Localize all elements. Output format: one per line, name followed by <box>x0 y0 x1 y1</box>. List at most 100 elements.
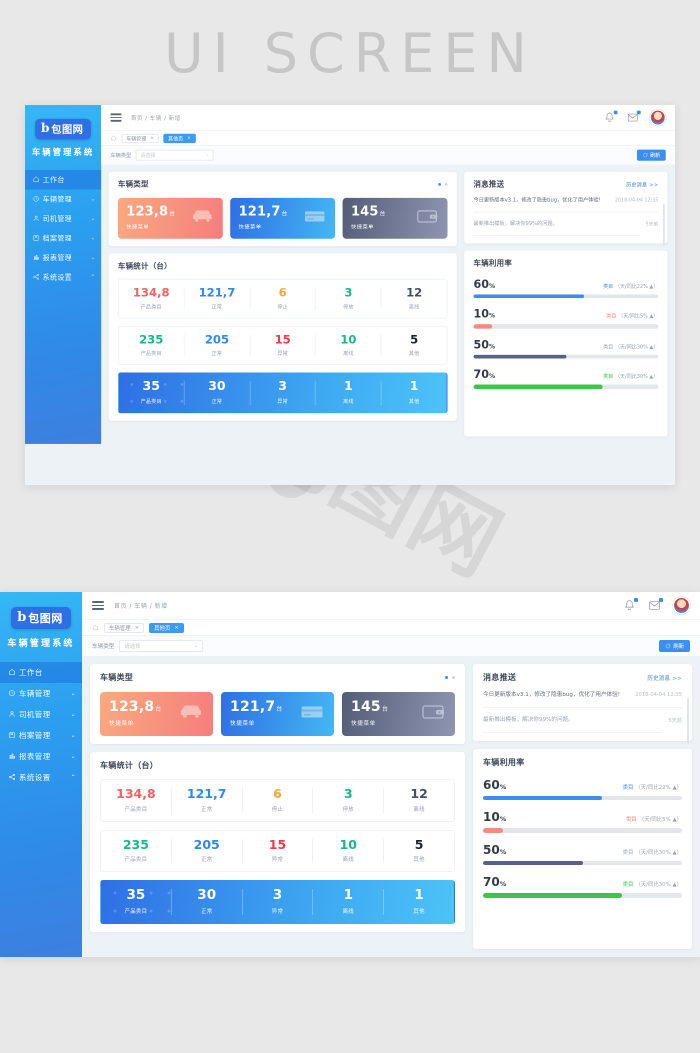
progress-track[interactable] <box>483 795 682 801</box>
mail-icon[interactable] <box>648 598 663 612</box>
stat-cell-2-0[interactable]: 35 产品类目 <box>119 380 185 405</box>
stat-cell-1-0[interactable]: 235 产品类目 <box>119 333 185 357</box>
stat-cell-0-4[interactable]: 12 离线 <box>382 287 447 310</box>
progress-track[interactable] <box>473 384 659 389</box>
stat-cell-2-2[interactable]: 3 异常 <box>250 380 317 405</box>
stat-value: 3 <box>272 887 283 903</box>
stat-cell-1-0[interactable]: 235 产品类目 <box>101 838 172 863</box>
tab-0[interactable]: 车辆管理 × <box>104 622 145 633</box>
avatar[interactable] <box>673 597 690 614</box>
vehicle-type-select[interactable]: 请选择 ⌄ <box>119 640 204 652</box>
message-scrollbar[interactable] <box>663 203 665 247</box>
sidebar-item-0[interactable]: 工作台 <box>0 661 82 683</box>
sidebar-item-2[interactable]: 司机管理 ⌄ <box>0 704 82 725</box>
sidebar-item-1[interactable]: 车辆管理 ⌄ <box>0 683 82 704</box>
hamburger-icon[interactable] <box>110 112 122 124</box>
message-item-0[interactable]: 今日更新版本v3.1，修改了隐患bug，优化了用户体验! 2018-04-04 1… <box>483 691 682 699</box>
progress-track[interactable] <box>473 354 659 359</box>
vehicle-type-select[interactable]: 请选择 ⌄ <box>135 149 214 161</box>
stat-cell-1-2[interactable]: 15 异常 <box>243 838 314 863</box>
message-item-0[interactable]: 今日更新版本v3.1，修改了隐患bug，优化了用户体验! 2018-04-04 1… <box>474 197 659 205</box>
stat-cell-0-0[interactable]: 134,8 产品类目 <box>119 287 185 310</box>
progress-note-text: （天/同比5% ▲） <box>618 314 659 320</box>
stat-cell-0-1[interactable]: 121,7 正常 <box>172 787 243 813</box>
carousel-dots[interactable] <box>438 183 448 186</box>
history-messages-link[interactable]: 历史消息 >> <box>626 181 658 189</box>
stat-cell-0-2[interactable]: 6 停止 <box>250 287 317 310</box>
carousel-dots[interactable] <box>445 676 455 679</box>
stat-cell-0-2[interactable]: 6 停止 <box>243 787 314 813</box>
hamburger-icon[interactable] <box>92 599 104 612</box>
message-scrollbar[interactable] <box>687 698 689 744</box>
history-messages-link[interactable]: 历史消息 >> <box>647 674 682 682</box>
sidebar-item-4[interactable]: 报表管理 ⌄ <box>0 746 82 767</box>
type-card-1[interactable]: 121,7台 快捷菜单 <box>221 692 334 736</box>
type-card-0[interactable]: 123,8台 快捷菜单 <box>117 197 223 239</box>
progress-note: 类目 （天/同比30% ▲） <box>603 343 658 350</box>
sidebar-item-5[interactable]: 系统设置 ⌃ <box>0 767 82 788</box>
stat-cell-1-4[interactable]: 5 其他 <box>384 838 454 863</box>
stat-cell-2-0[interactable]: 35 产品类目 <box>101 887 172 915</box>
sidebar-item-3[interactable]: 档案管理 ⌄ <box>25 228 101 248</box>
stat-cell-1-3[interactable]: 10 离线 <box>313 838 385 863</box>
stat-cell-1-1[interactable]: 205 正常 <box>172 838 243 863</box>
messages-title-row: 消息推送 历史消息 >> <box>474 179 659 189</box>
refresh-button[interactable]: 刷新 <box>659 640 690 652</box>
carousel-dot-1[interactable] <box>438 183 442 186</box>
carousel-dot-2[interactable] <box>444 183 448 186</box>
sidebar-logo[interactable]: b 包图网 车辆管理系统 <box>25 105 101 157</box>
mail-icon[interactable] <box>627 110 641 124</box>
tab-1[interactable]: 其他页 × <box>149 622 184 633</box>
tab-close-icon[interactable]: × <box>135 625 140 631</box>
stat-cell-1-3[interactable]: 10 离线 <box>316 333 382 357</box>
sidebar-item-1[interactable]: 车辆管理 ⌄ <box>25 189 101 209</box>
stat-cell-2-3[interactable]: 1 离线 <box>316 380 382 405</box>
avatar[interactable] <box>649 109 666 126</box>
sidebar-logo[interactable]: b 包图网 车辆管理系统 <box>0 592 82 649</box>
sidebar-item-5[interactable]: 系统设置 ⌃ <box>25 267 101 287</box>
stat-cell-2-4[interactable]: 1 其他 <box>382 380 447 404</box>
bell-icon[interactable] <box>604 110 618 124</box>
stat-cell-0-3[interactable]: 3 停放 <box>313 787 385 813</box>
type-card-0[interactable]: 123,8台 快捷菜单 <box>100 692 213 736</box>
stat-cell-1-2[interactable]: 15 异常 <box>250 333 317 357</box>
tab-close-icon[interactable]: × <box>174 625 179 631</box>
stat-cell-2-1[interactable]: 30 正常 <box>172 888 243 915</box>
tab-1[interactable]: 其他页 × <box>163 133 196 143</box>
stat-cell-2-4[interactable]: 1 其他 <box>384 888 454 914</box>
sidebar-item-4[interactable]: 报表管理 ⌄ <box>25 248 101 268</box>
carousel-dot-1[interactable] <box>445 676 448 679</box>
progress-track[interactable] <box>483 893 682 898</box>
stat-cell-2-3[interactable]: 1 离线 <box>313 888 385 915</box>
progress-percent-unit: % <box>499 880 507 889</box>
refresh-button[interactable]: 刷新 <box>637 149 666 161</box>
carousel-dot-2[interactable] <box>452 676 455 679</box>
stat-cell-0-3[interactable]: 3 停放 <box>316 287 382 310</box>
sidebar-item-0[interactable]: 工作台 <box>25 169 102 190</box>
car-icon <box>191 205 213 231</box>
stat-cell-0-1[interactable]: 121,7 正常 <box>185 287 251 310</box>
stat-value: 35 <box>126 887 146 903</box>
type-card-2[interactable]: 145台 快捷菜单 <box>342 197 448 239</box>
progress-track[interactable] <box>483 860 682 866</box>
progress-track[interactable] <box>473 294 659 299</box>
bell-icon[interactable] <box>623 598 638 612</box>
sidebar-item-2[interactable]: 司机管理 ⌄ <box>25 209 101 229</box>
tab-close-icon[interactable]: × <box>150 135 154 141</box>
message-item-1[interactable]: 最新推出模板，解决你99%的问题。 5天前 <box>483 716 682 733</box>
stat-cell-1-4[interactable]: 5 其他 <box>382 333 447 356</box>
stat-cell-1-1[interactable]: 205 正常 <box>185 333 251 357</box>
message-item-1[interactable]: 最新推出模板，解决你99%的问题。 5天前 <box>473 221 658 236</box>
tab-0[interactable]: 车辆管理 × <box>121 133 159 143</box>
sidebar-item-3[interactable]: 档案管理 ⌄ <box>0 725 82 746</box>
tab-close-icon[interactable]: × <box>187 135 191 141</box>
type-card-1[interactable]: 121,7台 快捷菜单 <box>230 197 336 239</box>
progress-track[interactable] <box>473 324 659 329</box>
progress-track[interactable] <box>483 828 682 833</box>
stat-cell-0-4[interactable]: 12 离线 <box>384 787 454 812</box>
stat-cell-2-2[interactable]: 3 异常 <box>243 887 314 915</box>
stat-cell-0-0[interactable]: 134,8 产品类目 <box>101 787 172 813</box>
stat-cell-2-1[interactable]: 30 正常 <box>185 380 251 405</box>
sidebar-item-label: 工作台 <box>42 175 65 184</box>
type-card-2[interactable]: 145台 快捷菜单 <box>342 692 455 736</box>
